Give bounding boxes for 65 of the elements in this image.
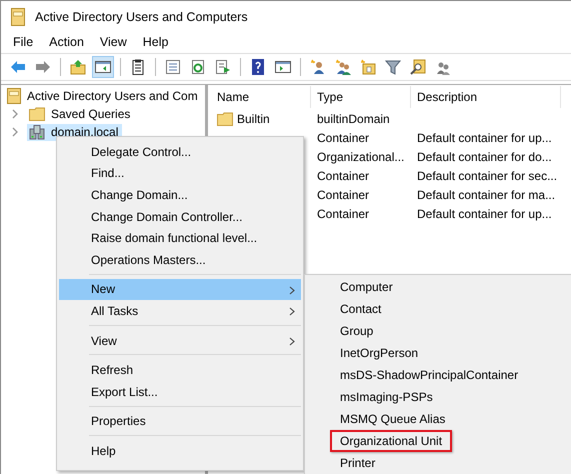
table-cell: Organizational... — [317, 150, 404, 164]
menu-item[interactable]: Help — [142, 35, 168, 49]
new-group-icon — [334, 58, 352, 76]
table-cell: Default container for up... — [417, 130, 552, 144]
table-cell: Default container for ma... — [417, 188, 556, 202]
column-header[interactable]: Description — [411, 86, 561, 108]
menu-item[interactable]: Delegate Control... — [59, 141, 301, 163]
menu-item[interactable]: Raise domain functional level... — [59, 227, 301, 249]
forward-arrow-icon — [34, 58, 52, 76]
column-header[interactable]: Type — [311, 86, 411, 108]
server-icon — [29, 124, 45, 140]
table-cell: builtinDomain — [317, 112, 390, 126]
menu-item[interactable]: Printer — [330, 452, 386, 474]
folder-icon — [217, 112, 233, 126]
table-cell: Builtin — [237, 112, 270, 126]
table-cell: Container — [317, 206, 370, 220]
menu-item[interactable]: msImaging-PSPs — [330, 386, 443, 408]
menu-item[interactable]: Export List... — [59, 380, 301, 403]
table-cell: Default container for sec... — [417, 168, 558, 182]
menu-item[interactable]: View — [59, 330, 301, 352]
app-icon — [11, 8, 25, 26]
table-cell: Default container for up... — [417, 206, 552, 220]
export-icon — [214, 58, 232, 76]
menu-item[interactable]: Find... — [59, 162, 301, 184]
filter-icon — [384, 58, 402, 76]
menu-item[interactable]: Change Domain Controller... — [59, 206, 301, 228]
menu-item[interactable]: MSMQ Queue Alias — [330, 408, 456, 430]
menu-item[interactable]: Computer — [330, 276, 403, 298]
new-user-icon — [309, 58, 327, 76]
refresh-icon — [189, 58, 207, 76]
menu-item[interactable]: All Tasks — [59, 300, 301, 322]
window-pane-icon — [274, 58, 292, 76]
search-icon — [409, 58, 427, 76]
menu-item[interactable]: msDS-ShadowPrincipalContainer — [330, 364, 528, 386]
table-cell: Default container for do... — [417, 150, 552, 164]
table-cell: Container — [317, 130, 370, 144]
column-header[interactable]: Name — [211, 86, 311, 108]
help-icon — [249, 58, 267, 76]
new-folder-icon — [359, 58, 377, 76]
expand-icon[interactable] — [11, 127, 19, 137]
toolbar-button[interactable] — [92, 56, 114, 78]
table-cell: Container — [317, 188, 370, 202]
folder-up-icon — [69, 58, 87, 76]
menu-item[interactable]: Contact — [330, 298, 392, 320]
window-pane-icon — [94, 58, 112, 76]
document-list-icon — [164, 58, 182, 76]
tree-item[interactable]: Saved Queries — [27, 106, 134, 122]
menu-item[interactable]: Refresh — [59, 359, 301, 381]
table-cell: Container — [317, 168, 370, 182]
menu-item[interactable]: Action — [49, 35, 84, 49]
menu-item[interactable]: View — [100, 35, 127, 49]
menu-item[interactable]: Operations Masters... — [59, 248, 301, 271]
window-title: Active Directory Users and Computers — [35, 10, 248, 24]
menu-item[interactable]: File — [13, 35, 34, 49]
folder-icon — [29, 107, 45, 121]
menu-item[interactable]: New — [59, 278, 301, 300]
menu-item[interactable]: Change Domain... — [59, 184, 301, 206]
menu-item[interactable]: Organizational Unit — [330, 430, 452, 452]
expand-icon[interactable] — [11, 109, 19, 119]
menu-item[interactable]: InetOrgPerson — [330, 342, 428, 364]
menu-item[interactable]: Help — [59, 440, 301, 462]
snap-in-icon — [7, 88, 21, 104]
menu-item[interactable]: Group — [330, 320, 384, 342]
menu-item[interactable]: Properties — [59, 410, 301, 432]
tree-item[interactable]: Active Directory Users and Com — [27, 89, 198, 103]
